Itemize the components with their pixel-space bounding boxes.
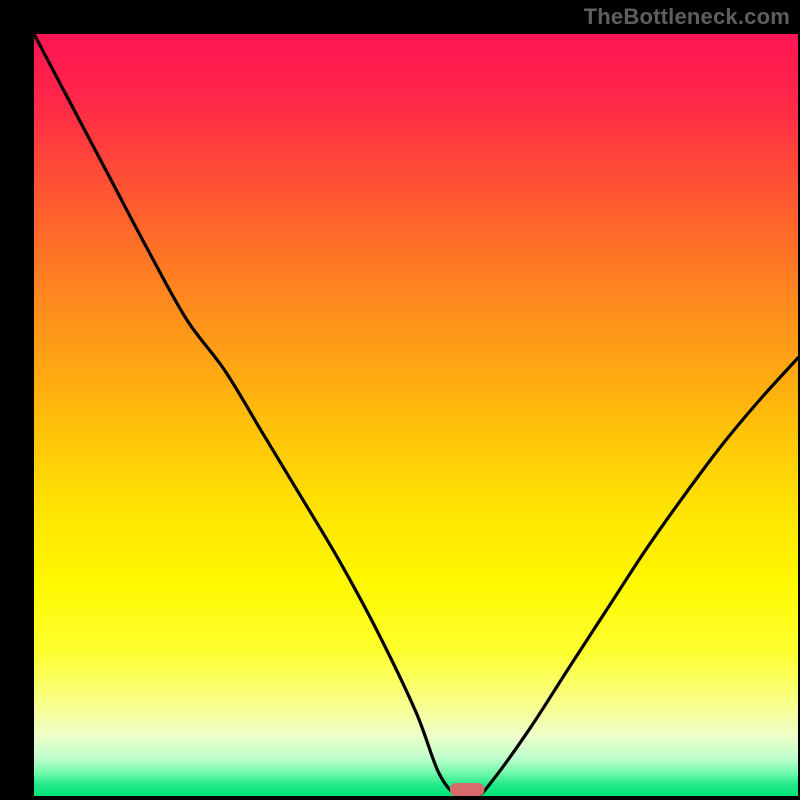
plot-background [34, 34, 798, 796]
bottleneck-plot [34, 34, 798, 796]
chart-frame: TheBottleneck.com [0, 0, 800, 800]
optimal-marker [450, 783, 484, 796]
watermark-text: TheBottleneck.com [584, 4, 790, 30]
